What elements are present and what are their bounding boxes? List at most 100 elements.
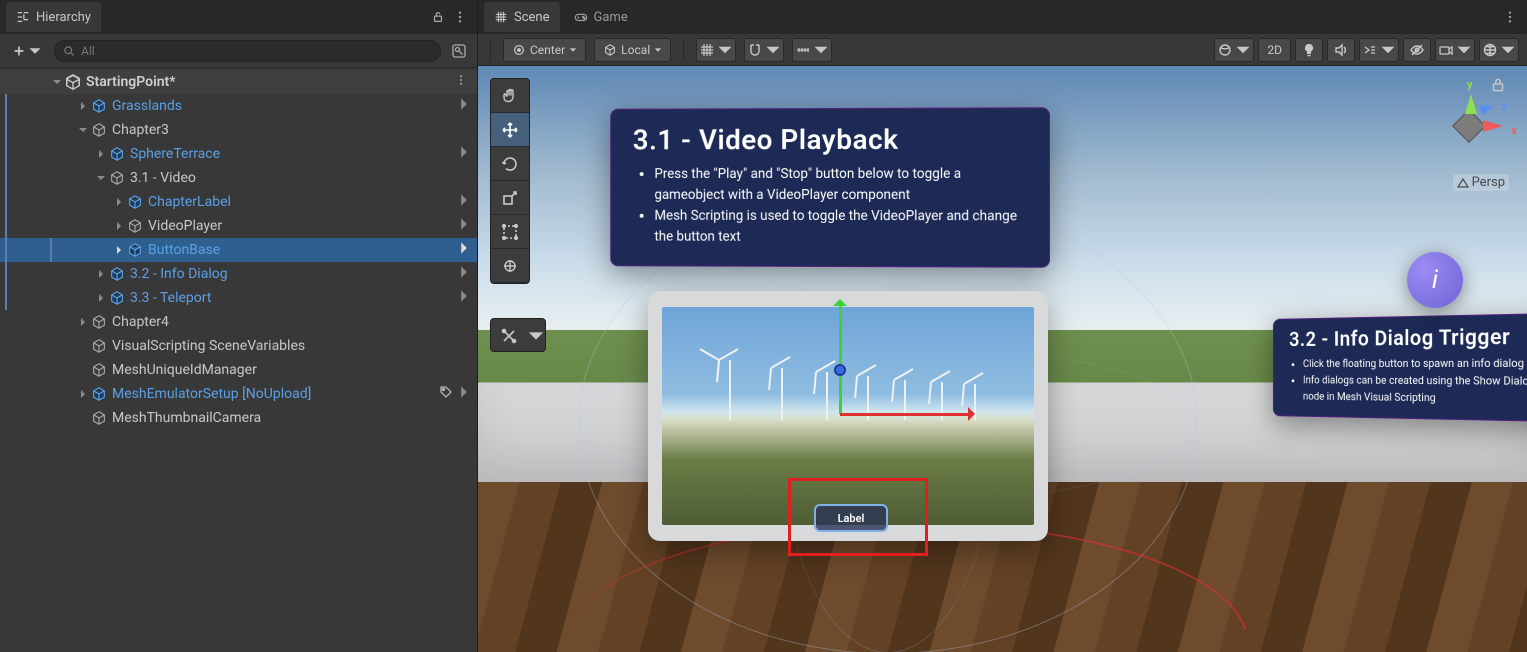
hierarchy-tab[interactable]: Hierarchy xyxy=(6,2,101,32)
gizmos-dropdown[interactable] xyxy=(1479,38,1519,62)
hierarchy-row[interactable]: SphereTerrace xyxy=(0,142,477,166)
prefab-cube-icon xyxy=(126,241,144,259)
caret-down-icon xyxy=(1380,42,1396,58)
foldout-icon[interactable] xyxy=(50,75,64,89)
gameobject-cube-icon xyxy=(90,409,108,427)
orientation-gizmo[interactable]: y x z xyxy=(1423,80,1513,170)
open-prefab-icon[interactable] xyxy=(457,97,471,115)
draw-mode-dropdown[interactable] xyxy=(1214,38,1254,62)
gameobject-cube-icon xyxy=(90,313,108,331)
scale-icon xyxy=(501,189,519,207)
transform-tool[interactable] xyxy=(491,249,529,283)
gamepad-icon xyxy=(574,10,588,24)
game-tab[interactable]: Game xyxy=(564,2,638,32)
foldout-icon[interactable] xyxy=(94,171,108,185)
move-tool[interactable] xyxy=(491,113,529,147)
open-prefab-icon[interactable] xyxy=(457,145,471,163)
hierarchy-item-label: Chapter3 xyxy=(112,122,471,138)
pivot-label: Center xyxy=(530,43,565,57)
panel-bullet: Mesh Scripting is used to toggle the Vid… xyxy=(654,206,1018,248)
fx-toggle[interactable] xyxy=(1359,38,1399,62)
space-mode-dropdown[interactable]: Local xyxy=(594,38,671,62)
foldout-icon[interactable] xyxy=(94,267,108,281)
hierarchy-tree[interactable]: StartingPoint* Grasslands Chapter3 SphereT… xyxy=(0,68,477,652)
info-glyph: i xyxy=(1432,265,1438,295)
hierarchy-item-label: 3.2 - Info Dialog xyxy=(130,266,457,282)
hierarchy-row[interactable]: ButtonBase xyxy=(0,238,477,262)
scene-row[interactable]: StartingPoint* xyxy=(0,70,477,94)
scene-panel-menu-icon[interactable] xyxy=(1499,10,1521,24)
panel-info-dialog: 3.2 - Info Dialog Trigger Click the floa… xyxy=(1273,313,1527,423)
caret-down-icon xyxy=(1235,42,1251,58)
hierarchy-row[interactable]: Chapter4 xyxy=(0,310,477,334)
grid-visibility-button[interactable] xyxy=(696,38,736,62)
hierarchy-row[interactable]: 3.3 - Teleport xyxy=(0,286,477,310)
hierarchy-row[interactable]: 3.1 - Video xyxy=(0,166,477,190)
gameobject-cube-icon xyxy=(108,169,126,187)
hierarchy-search-input[interactable] xyxy=(81,44,432,58)
hierarchy-row[interactable]: Grasslands xyxy=(0,94,477,118)
scene-viewport[interactable]: 3.1 - Video Playback Press the "Play" an… xyxy=(478,66,1527,652)
foldout-icon[interactable] xyxy=(76,99,90,113)
foldout-icon[interactable] xyxy=(112,243,126,257)
hierarchy-row[interactable]: MeshThumbnailCamera xyxy=(0,406,477,430)
orient-y-label: y xyxy=(1467,78,1472,91)
audio-toggle[interactable] xyxy=(1327,38,1355,62)
rotate-tool[interactable] xyxy=(491,147,529,181)
hierarchy-row[interactable]: Chapter3 xyxy=(0,118,477,142)
scene-menu-icon[interactable] xyxy=(451,74,471,90)
open-prefab-icon[interactable] xyxy=(457,289,471,307)
pivot-mode-dropdown[interactable]: Center xyxy=(503,38,586,62)
lock-icon[interactable] xyxy=(427,10,449,24)
projection-label-row[interactable]: Persp xyxy=(1453,174,1509,191)
foldout-icon[interactable] xyxy=(94,291,108,305)
caret-down-icon xyxy=(569,46,577,54)
hierarchy-row[interactable]: MeshEmulatorSetup [NoUpload] xyxy=(0,382,477,406)
hierarchy-search[interactable] xyxy=(54,40,441,62)
foldout-icon[interactable] xyxy=(112,219,126,233)
search-by-type-button[interactable] xyxy=(447,39,471,63)
snap-button[interactable] xyxy=(744,38,784,62)
2d-toggle[interactable]: 2D xyxy=(1258,38,1291,62)
hierarchy-row[interactable]: MeshUniqueIdManager xyxy=(0,358,477,382)
scene-grid-icon xyxy=(494,10,508,24)
hierarchy-row[interactable]: VisualScripting SceneVariables xyxy=(0,334,477,358)
caret-down-icon xyxy=(654,46,662,54)
info-button-3d[interactable]: i xyxy=(1407,252,1463,308)
open-prefab-icon[interactable] xyxy=(457,193,471,211)
foldout-icon[interactable] xyxy=(76,315,90,329)
foldout-icon[interactable] xyxy=(76,387,90,401)
create-button[interactable] xyxy=(6,42,48,60)
scene-name: StartingPoint* xyxy=(86,74,451,90)
hierarchy-row[interactable]: VideoPlayer xyxy=(0,214,477,238)
caret-down-icon xyxy=(1500,42,1516,58)
open-prefab-icon[interactable] xyxy=(457,265,471,283)
custom-tool[interactable] xyxy=(491,319,527,352)
lighting-toggle[interactable] xyxy=(1295,38,1323,62)
search-icon xyxy=(63,45,75,57)
projection-label: Persp xyxy=(1472,175,1505,190)
view-tool[interactable] xyxy=(491,79,529,113)
foldout-icon[interactable] xyxy=(94,147,108,161)
foldout-icon[interactable] xyxy=(112,195,126,209)
rect-tool[interactable] xyxy=(491,215,529,249)
panel-main-bullets: Press the "Play" and "Stop" button below… xyxy=(611,160,1049,267)
audio-icon xyxy=(1333,42,1349,58)
button-base-object[interactable]: Label xyxy=(814,504,888,532)
prefab-cube-icon xyxy=(108,289,126,307)
hidden-objects-toggle[interactable] xyxy=(1403,38,1431,62)
foldout-icon[interactable] xyxy=(76,123,90,137)
camera-settings-button[interactable] xyxy=(1435,38,1475,62)
hierarchy-row[interactable]: 3.2 - Info Dialog xyxy=(0,262,477,286)
hierarchy-row[interactable]: ChapterLabel xyxy=(0,190,477,214)
tools-cross-icon xyxy=(500,327,518,345)
scene-tab[interactable]: Scene xyxy=(484,2,560,32)
open-prefab-icon[interactable] xyxy=(457,217,471,235)
scale-tool[interactable] xyxy=(491,181,529,215)
increment-snap-button[interactable] xyxy=(792,38,832,62)
open-prefab-icon[interactable] xyxy=(457,241,471,259)
custom-tool-dropdown[interactable] xyxy=(527,319,545,352)
panel-menu-icon[interactable] xyxy=(449,10,471,24)
hierarchy-toolbar xyxy=(0,34,477,68)
open-prefab-icon[interactable] xyxy=(457,385,471,403)
